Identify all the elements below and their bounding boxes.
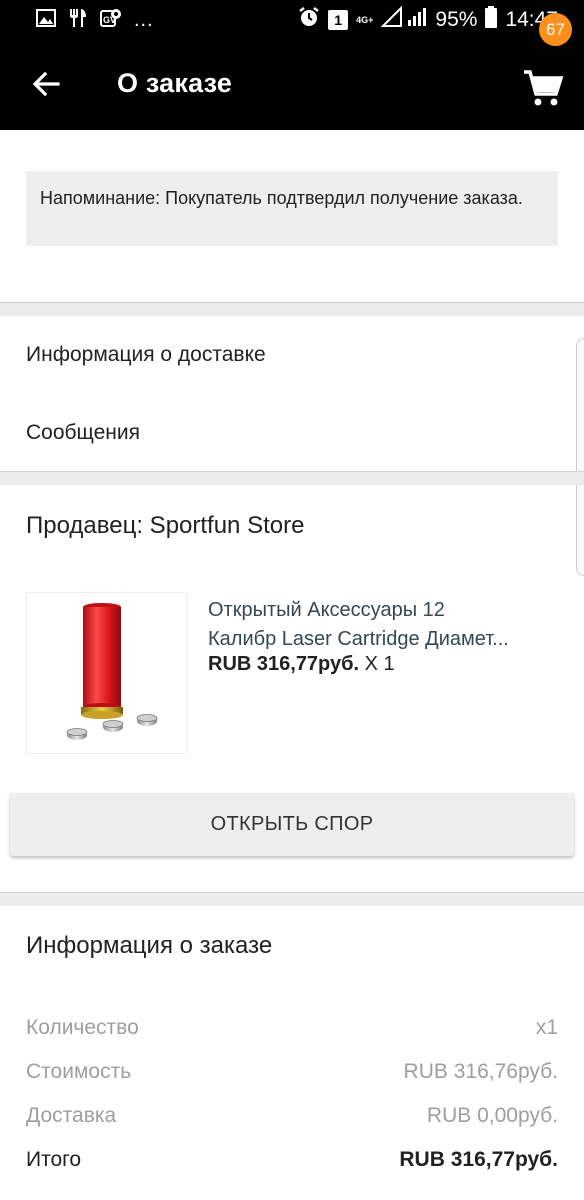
order-total-row: Итого RUB 316,77руб. — [26, 1148, 558, 1172]
product-price: RUB 316,77руб. X 1 — [208, 653, 395, 676]
seller-name[interactable]: Продавец: Sportfun Store — [26, 512, 304, 540]
section-divider — [0, 302, 584, 316]
battery-icon — [485, 6, 498, 34]
order-info-row: Стоимость RUB 316,76руб. — [26, 1060, 558, 1084]
row-value: RUB 316,77руб. — [399, 1148, 558, 1171]
row-label: Доставка — [26, 1104, 117, 1127]
row-label: Итого — [26, 1148, 82, 1171]
messages-link[interactable]: Сообщения — [26, 421, 140, 445]
system-icons: 1 4G+ 95% 14:47 — [298, 5, 558, 34]
cart-count-badge: 67 — [539, 13, 572, 46]
product-qty: X 1 — [364, 653, 395, 675]
signal-icon — [380, 5, 427, 34]
order-info-row: Количество x1 — [26, 1016, 558, 1040]
row-label: Стоимость — [26, 1060, 132, 1083]
alarm-icon — [298, 6, 320, 34]
open-dispute-button[interactable]: ОТКРЫТЬ СПОР — [10, 793, 574, 856]
section-divider — [0, 471, 584, 485]
section-divider — [0, 892, 584, 906]
status-bar: GV ... 1 4G+ 95% 14:47 — [0, 0, 584, 40]
notification-icons: GV ... — [36, 8, 154, 33]
back-arrow-icon[interactable] — [28, 66, 64, 102]
network-type: 4G+ — [356, 14, 374, 25]
product-name-line2: Калибр Laser Cartridge Диамет... — [208, 628, 509, 650]
row-value: RUB 316,76руб. — [403, 1060, 558, 1083]
gv-location-icon: GV — [100, 8, 122, 33]
product-name-line1: Открытый Аксессуары 12 — [208, 599, 445, 621]
reminder-note: Напоминание: Покупатель подтвердил получ… — [26, 171, 558, 246]
image-icon — [36, 9, 56, 32]
row-value: x1 — [535, 1016, 558, 1039]
app-bar: О заказе — [0, 40, 584, 130]
battery-percent: 95% — [435, 8, 478, 31]
product-image[interactable] — [26, 592, 188, 754]
scroll-handle[interactable] — [576, 338, 584, 576]
row-value: RUB 0,00руб. — [426, 1104, 558, 1127]
page-title: О заказе — [117, 68, 233, 98]
fork-knife-icon — [68, 8, 88, 33]
more-dots-icon: ... — [134, 9, 154, 31]
product-price-value: RUB 316,77руб. — [208, 653, 360, 675]
order-info-title: Информация о заказе — [26, 932, 273, 959]
cart-icon[interactable] — [520, 64, 566, 110]
row-label: Количество — [26, 1016, 139, 1039]
sim-badge: 1 — [328, 10, 349, 30]
delivery-info-link[interactable]: Информация о доставке — [26, 343, 266, 367]
product-name[interactable]: Открытый Аксессуары 12 Калибр Laser Cart… — [208, 596, 560, 654]
order-info-row: Доставка RUB 0,00руб. — [26, 1104, 558, 1128]
